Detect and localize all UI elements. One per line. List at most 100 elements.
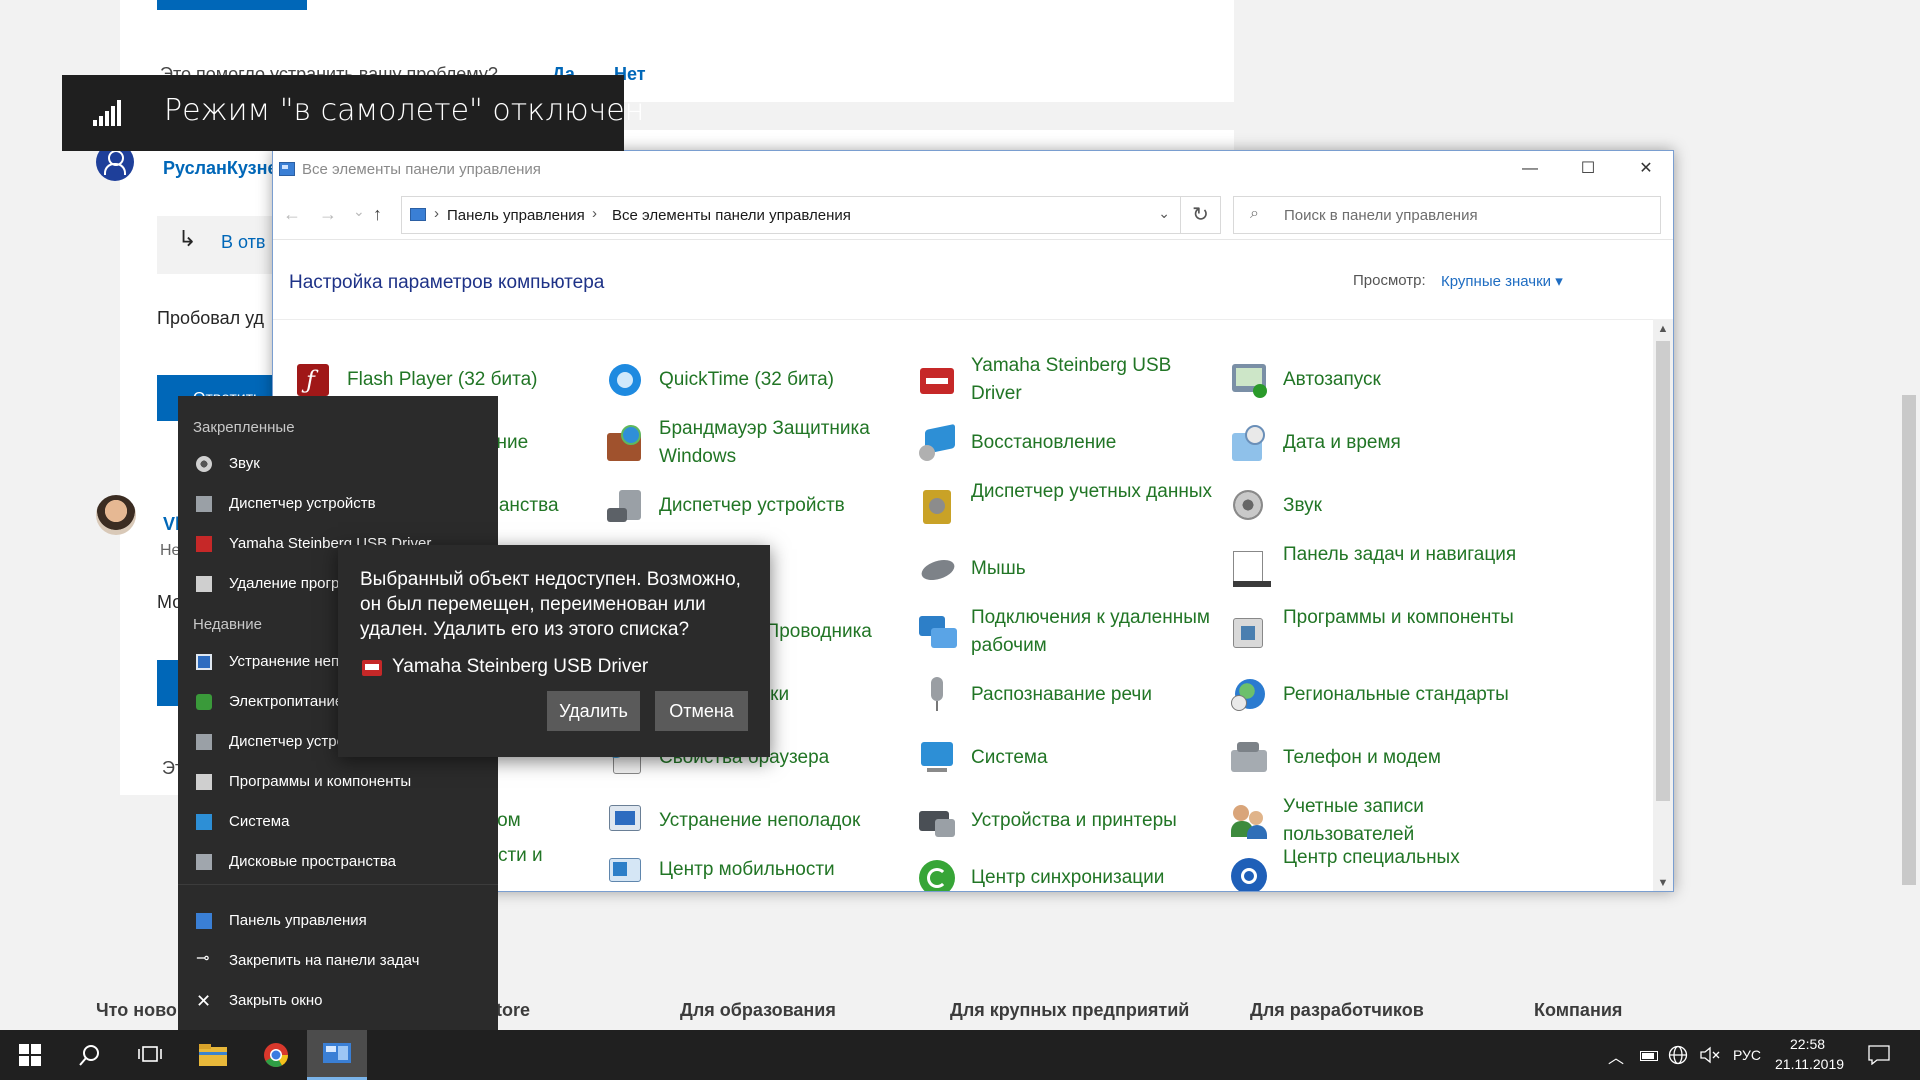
ease-of-access-icon <box>1229 850 1269 891</box>
title-bar[interactable]: Все элементы панели управления — ☐ ✕ <box>273 151 1673 189</box>
footer-link-company[interactable]: Компания <box>1534 1000 1622 1021</box>
network-globe-icon[interactable] <box>1668 1045 1688 1065</box>
user-name-link[interactable]: РусланКузне <box>163 158 278 179</box>
breadcrumb-all-items[interactable]: Все элементы панели управления <box>612 207 851 224</box>
cp-item-region[interactable]: Региональные стандарты <box>1229 669 1529 729</box>
cp-item-label: QuickTime (32 бита) <box>659 369 834 390</box>
recent-header: Недавние <box>193 616 262 633</box>
cp-item-programs[interactable]: Программы и компоненты <box>1229 606 1529 666</box>
minimize-button[interactable]: — <box>1501 151 1559 189</box>
cp-item-recovery[interactable]: Восстановление <box>917 417 1217 477</box>
cp-item-label: Звук <box>1283 495 1322 516</box>
cp-item-remote-desktop[interactable]: Подключения к удаленным рабочим <box>917 606 1217 666</box>
cp-item-phone-modem[interactable]: Телефон и модем <box>1229 732 1529 792</box>
remote-desktop-icon <box>917 612 957 652</box>
up-arrow-icon[interactable]: ↑ <box>373 204 382 225</box>
cp-item-system[interactable]: Система <box>917 732 1217 792</box>
cp-item-device-manager[interactable]: Диспетчер устройств <box>605 480 905 540</box>
search-button[interactable] <box>60 1030 120 1080</box>
search-input[interactable]: ⌕ Поиск в панели управления <box>1233 196 1661 234</box>
cp-item-label: Мышь <box>971 558 1026 579</box>
mobility-center-icon <box>605 850 645 890</box>
dialog-message: Выбранный объект недоступен. Возможно, о… <box>360 569 741 640</box>
cp-item-label: Программы и компоненты <box>1283 607 1514 628</box>
back-arrow-icon[interactable]: ← <box>283 204 301 225</box>
notifications-icon[interactable] <box>1868 1045 1890 1065</box>
jump-pinned-sound[interactable]: Звук <box>178 444 498 484</box>
footer-link-whats-new[interactable]: Что ново <box>96 1000 177 1021</box>
recent-locations-icon[interactable]: ⌄ <box>353 203 365 220</box>
view-mode-dropdown[interactable]: Крупные значки ▾ <box>1441 272 1563 290</box>
cp-item-taskbar-nav[interactable]: Панель задач и навигация <box>1229 543 1529 603</box>
device-manager-icon <box>605 486 645 526</box>
show-hidden-icons[interactable]: ︿ <box>1608 1044 1624 1068</box>
device-manager-icon <box>196 734 212 750</box>
chrome-button[interactable] <box>246 1030 306 1080</box>
taskbar-nav-icon <box>1229 549 1271 589</box>
jump-item-label: Программы и компоненты <box>229 773 412 790</box>
troubleshooting-icon <box>605 801 645 841</box>
scrollbar-thumb[interactable] <box>1656 341 1670 801</box>
content-header: Настройка параметров компьютера Просмотр… <box>273 239 1673 319</box>
jump-item-label: Закрепить на панели задач <box>229 952 420 969</box>
breadcrumb-control-panel[interactable]: Панель управления <box>447 207 585 224</box>
jump-item-label: Диспетчер устройств <box>229 495 376 512</box>
jump-recent-programs[interactable]: Программы и компоненты <box>178 762 498 802</box>
troubleshooting-icon <box>196 654 212 670</box>
footer-link-store[interactable]: tore <box>496 1000 530 1021</box>
start-button[interactable] <box>0 1030 60 1080</box>
jump-task-control-panel[interactable]: Панель управления <box>178 901 498 941</box>
cp-item-credential-manager[interactable]: Диспетчер учетных данных <box>917 480 1217 540</box>
jump-pinned-device-manager[interactable]: Диспетчер устройств <box>178 484 498 524</box>
cp-item-sound[interactable]: Звук <box>1229 480 1529 540</box>
items-scrollbar[interactable]: ▲ ▼ <box>1653 319 1673 891</box>
refresh-button[interactable]: ↻ <box>1181 196 1221 234</box>
storage-spaces-icon <box>196 854 212 870</box>
devices-printers-icon <box>917 801 957 841</box>
close-button[interactable]: ✕ <box>1617 151 1673 189</box>
volume-muted-icon[interactable] <box>1700 1046 1720 1064</box>
cp-item-mobility-center[interactable]: Центр мобильности <box>605 844 905 891</box>
footer-link-education[interactable]: Для образования <box>680 1000 836 1021</box>
cp-item-quicktime[interactable]: QuickTime (32 бита) <box>605 354 905 414</box>
cp-item-date-time[interactable]: Дата и время <box>1229 417 1529 477</box>
footer-link-enterprise[interactable]: Для крупных предприятий <box>950 1000 1189 1021</box>
chevron-down-icon[interactable]: ⌄ <box>1158 205 1170 222</box>
cp-item-sync-center[interactable]: Центр синхронизации <box>917 844 1217 891</box>
airplane-mode-toast[interactable]: Режим "в самолете" отключен <box>62 75 644 151</box>
clock-date[interactable]: 21.11.2019 <box>1775 1056 1844 1072</box>
control-panel-taskbar-button[interactable] <box>307 1030 367 1080</box>
delete-button[interactable]: Удалить <box>547 691 640 731</box>
cp-item-firewall[interactable]: Брандмауэр Защитника Windows <box>605 417 905 477</box>
cancel-button[interactable]: Отмена <box>655 691 748 731</box>
language-indicator[interactable]: РУС <box>1733 1047 1761 1063</box>
scroll-up-icon[interactable]: ▲ <box>1656 323 1670 335</box>
file-explorer-button[interactable] <box>183 1030 243 1080</box>
battery-icon[interactable] <box>1640 1051 1658 1061</box>
jump-list-divider <box>178 884 498 885</box>
window-title: Все элементы панели управления <box>302 161 541 178</box>
maximize-button[interactable]: ☐ <box>1559 151 1617 189</box>
jump-recent-storage-spaces[interactable]: Дисковые пространства <box>178 842 498 882</box>
clock-time[interactable]: 22:58 <box>1790 1036 1825 1052</box>
search-icon <box>79 1045 99 1066</box>
cp-item-mouse[interactable]: Мышь <box>917 543 1217 603</box>
taskbar: ︿ РУС 22:58 21.11.2019 <box>0 1030 1920 1080</box>
jump-task-close-window[interactable]: ✕ Закрыть окно <box>178 981 498 1021</box>
close-icon: ✕ <box>196 991 212 1011</box>
cp-item-autoplay[interactable]: Автозапуск <box>1229 354 1529 414</box>
footer-link-developers[interactable]: Для разработчиков <box>1250 1000 1424 1021</box>
forward-arrow-icon[interactable]: → <box>319 204 337 225</box>
cp-item-label: Распознавание речи <box>971 684 1152 705</box>
cp-item-ease-of-access[interactable]: Центр специальных <box>1229 844 1529 891</box>
cp-item-speech[interactable]: Распознавание речи <box>917 669 1217 729</box>
address-bar[interactable]: › Панель управления › Все элементы панел… <box>401 196 1181 234</box>
page-scrollbar[interactable] <box>1902 395 1916 885</box>
jump-recent-system[interactable]: Система <box>178 802 498 842</box>
task-view-button[interactable] <box>120 1030 180 1080</box>
scroll-down-icon[interactable]: ▼ <box>1656 877 1670 889</box>
cp-item-yamaha-usb[interactable]: Yamaha Steinberg USB Driver <box>917 354 1217 414</box>
jump-task-pin-taskbar[interactable]: ⊸ Закрепить на панели задач <box>178 941 498 981</box>
task-view-icon <box>138 1046 162 1062</box>
top-blue-button[interactable] <box>157 0 307 10</box>
